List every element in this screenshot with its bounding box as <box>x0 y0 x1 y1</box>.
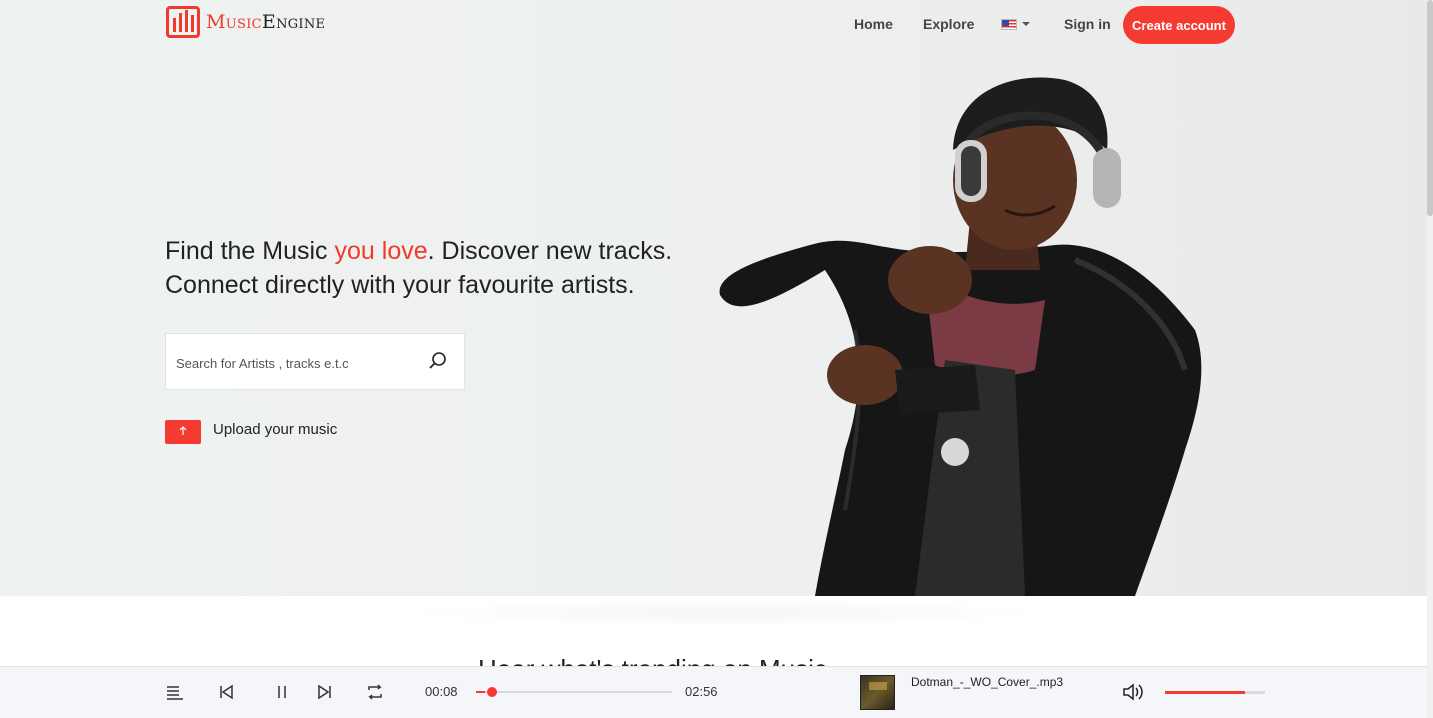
section-shadow <box>400 598 1050 628</box>
hero-headline: Find the Music you love. Discover new tr… <box>165 234 672 302</box>
volume-icon[interactable] <box>1122 682 1144 702</box>
search-box <box>165 333 465 390</box>
nav-home-link[interactable]: Home <box>854 16 893 32</box>
progress-knob[interactable] <box>486 687 497 697</box>
search-icon[interactable] <box>428 351 448 371</box>
repeat-icon[interactable] <box>365 682 385 702</box>
previous-track-icon[interactable] <box>216 682 236 702</box>
progress-bar[interactable] <box>476 687 672 697</box>
hero-image <box>719 77 1202 596</box>
album-cover[interactable] <box>860 675 895 710</box>
headline-text: . Discover new tracks. <box>427 237 673 265</box>
headline-subline: Connect directly with your favourite art… <box>165 271 635 299</box>
volume-fill <box>1165 691 1245 694</box>
volume-slider[interactable] <box>1165 691 1265 694</box>
upload-arrow-icon <box>179 425 187 435</box>
audio-player: 00:08 02:56 Dotman_-_WO_Cover_.mp3 <box>0 666 1427 718</box>
current-time: 00:08 <box>425 684 458 699</box>
upload-music-label[interactable]: Upload your music <box>213 421 337 438</box>
headline-accent: you love <box>334 237 428 265</box>
upload-button[interactable] <box>165 420 201 444</box>
chevron-down-icon[interactable] <box>1022 22 1030 26</box>
headline-text: Find the Music <box>165 237 335 265</box>
sign-in-link[interactable]: Sign in <box>1064 16 1111 32</box>
create-account-button[interactable]: Create account <box>1123 6 1235 44</box>
us-flag-icon[interactable] <box>1001 19 1017 30</box>
next-track-icon[interactable] <box>315 682 335 702</box>
top-nav: Home Explore Sign in Create account <box>0 0 1433 50</box>
track-name[interactable]: Dotman_-_WO_Cover_.mp3 <box>911 675 1063 689</box>
playlist-icon[interactable] <box>165 682 185 702</box>
pause-icon[interactable] <box>272 682 292 702</box>
progress-fill <box>476 691 485 693</box>
page-scrollbar[interactable] <box>1427 0 1433 718</box>
nav-explore-link[interactable]: Explore <box>923 16 974 32</box>
duration: 02:56 <box>685 684 718 699</box>
search-input[interactable] <box>176 352 416 374</box>
